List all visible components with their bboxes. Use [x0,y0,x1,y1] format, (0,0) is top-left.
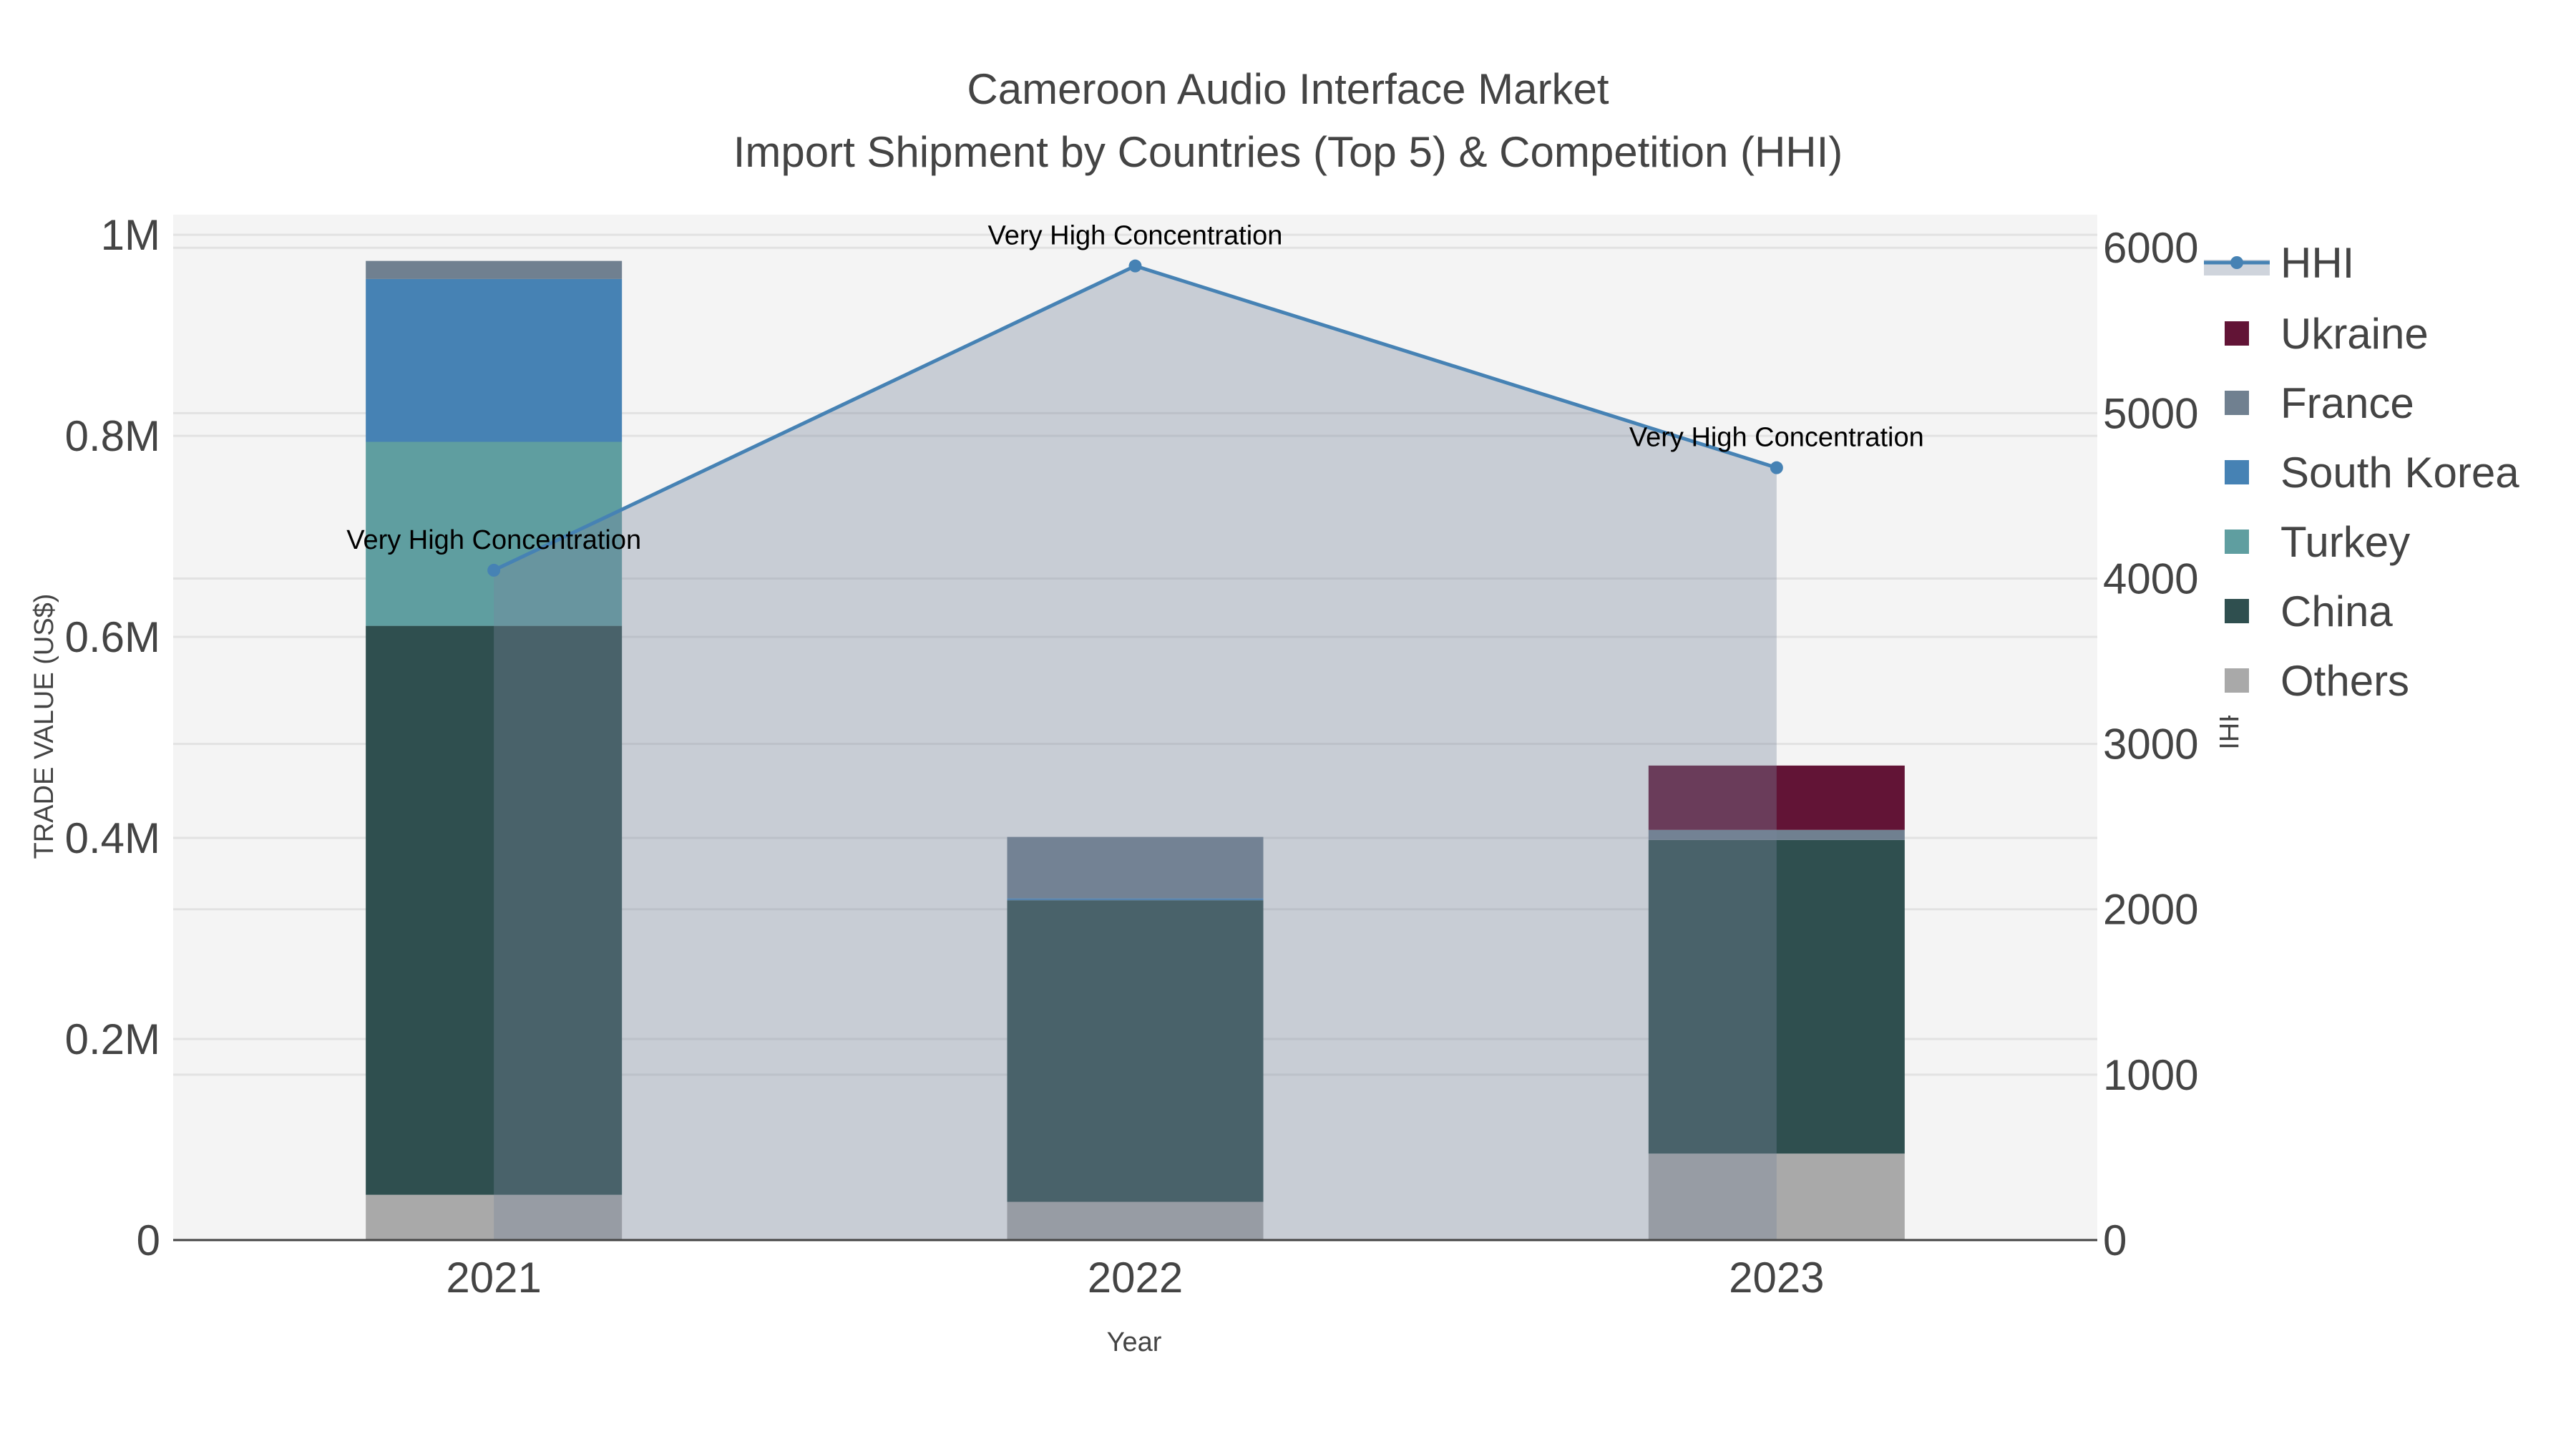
chart-subtitle: Import Shipment by Countries (Top 5) & C… [733,128,1843,176]
x-tick-label: 2023 [1729,1254,1824,1302]
y-tick-label: 0.4M [65,814,160,862]
chart-title: Cameroon Audio Interface Market [967,65,1609,113]
bar-france-2021 [366,260,623,279]
legend: HHI Ukraine France South Korea Turkey China Ot… [2198,229,2576,716]
y-tick-label: 0.6M [65,613,160,661]
hhi-point-2021 [487,563,501,577]
y-tick-label: 1M [101,211,160,259]
legend-swatch-others [2225,668,2249,693]
bar-south-korea-2021 [366,278,623,442]
legend-swatch-ukraine [2225,321,2249,346]
legend-label[interactable]: China [2280,587,2393,635]
legend-label[interactable]: France [2280,379,2414,427]
x-tick-label: 2022 [1088,1254,1183,1302]
y2-tick-label: 3000 [2103,721,2198,769]
x-axis-title: Year [1107,1327,1162,1357]
y2-tick-label: 6000 [2103,224,2198,272]
y2-tick-label: 1000 [2103,1051,2198,1099]
y2-tick-label: 2000 [2103,886,2198,934]
x-tick-label: 2021 [446,1254,541,1302]
legend-label[interactable]: HHI [2280,239,2354,287]
y-tick-label: 0 [137,1216,160,1264]
hhi-point-2023 [1770,461,1783,474]
hhi-annotation: Very High Concentration [1629,423,1924,453]
legend-hhi-marker [2230,256,2243,269]
chart: Very High Concentration Very High Concent… [0,0,2576,1449]
legend-label[interactable]: South Korea [2280,449,2519,497]
legend-label[interactable]: Turkey [2280,518,2410,566]
hhi-annotation: Very High Concentration [346,525,641,555]
y2-tick-label: 4000 [2103,555,2198,602]
hhi-point-2022 [1128,259,1142,273]
legend-label[interactable]: Ukraine [2280,310,2429,358]
hhi-annotation: Very High Concentration [988,221,1283,251]
legend-swatch-china [2225,599,2249,623]
legend-label[interactable]: Others [2280,657,2409,705]
y-tick-label: 0.2M [65,1015,160,1063]
y2-tick-label: 0 [2103,1216,2127,1264]
y2-tick-label: 5000 [2103,389,2198,437]
legend-swatch-south-korea [2225,460,2249,484]
legend-swatch-france [2225,391,2249,415]
y-axis-title: TRADE VALUE (US$) [29,594,59,859]
legend-swatch-turkey [2225,530,2249,554]
y-tick-label: 0.8M [65,412,160,460]
